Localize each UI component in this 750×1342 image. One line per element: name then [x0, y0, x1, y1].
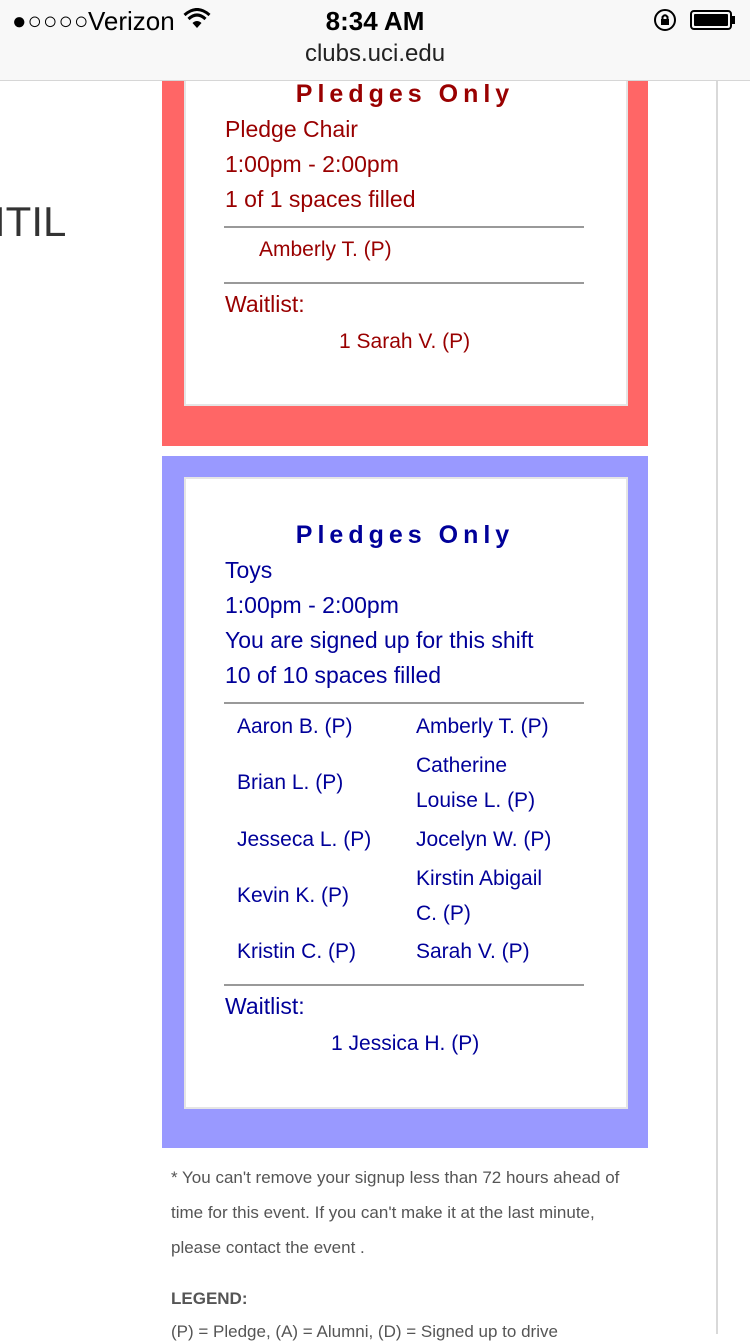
shift-filled-count: 1 of 1 spaces filled — [225, 186, 416, 212]
note-line: * You can't remove your signup less than… — [171, 1168, 620, 1187]
divider — [224, 282, 584, 284]
member-name: Amberly T. (P) — [416, 715, 549, 738]
member-name: Kirstin Abigail — [416, 867, 543, 890]
member-name: Aaron B. (P) — [237, 715, 353, 738]
divider — [224, 702, 584, 704]
note-line: time for this event. If you can't make i… — [171, 1203, 595, 1222]
waitlist-label: Waitlist: — [225, 993, 305, 1019]
member-name: Kevin K. (P) — [237, 884, 350, 907]
address-bar-url[interactable]: clubs.uci.edu — [0, 40, 750, 68]
signup-policy-note: * You can't remove your signup less than… — [171, 1160, 671, 1265]
waitlist-label: Waitlist: — [225, 291, 305, 317]
member-name-continued: C. (P) — [416, 902, 471, 925]
divider — [224, 984, 584, 986]
member-name: Jocelyn W. (P) — [416, 828, 552, 851]
signed-up-status: You are signed up for this shift — [225, 627, 534, 653]
legend-title: LEGEND: — [171, 1289, 248, 1308]
shift-title: Pledges Only — [295, 80, 515, 108]
battery-icon — [690, 10, 736, 30]
shift-time: 1:00pm - 2:00pm — [225, 151, 399, 177]
waitlist-entry: 1 Sarah V. (P) — [339, 330, 471, 353]
shift-filled-count: 10 of 10 spaces filled — [225, 662, 442, 688]
shift-role: Toys — [225, 557, 273, 583]
member-name: Jesseca L. (P) — [237, 828, 372, 851]
status-bar: ●○○○○ Verizon 8:34 AM clubs.uci.edu — [0, 0, 750, 81]
legend-text: (P) = Pledge, (A) = Alumni, (D) = Signed… — [171, 1322, 558, 1341]
waitlist-entry: 1 Jessica H. (P) — [331, 1032, 480, 1055]
member-name: Brian L. (P) — [237, 771, 344, 794]
rotation-lock-icon — [653, 8, 677, 32]
member-name: Kristin C. (P) — [237, 940, 357, 963]
member-name: Sarah V. (P) — [416, 940, 530, 963]
divider — [224, 226, 584, 228]
clipped-page-text: ITIL — [0, 198, 67, 245]
shift-title: Pledges Only — [295, 521, 515, 549]
member-name-continued: Louise L. (P) — [416, 789, 536, 812]
page-edge-rule — [716, 80, 718, 1334]
member-name: Amberly T. (P) — [259, 238, 392, 261]
note-line: please contact the event . — [171, 1238, 365, 1257]
shift-role: Pledge Chair — [225, 116, 358, 142]
member-name: Catherine — [416, 754, 508, 777]
shift-time: 1:00pm - 2:00pm — [225, 592, 399, 618]
clock-time: 8:34 AM — [325, 6, 425, 36]
